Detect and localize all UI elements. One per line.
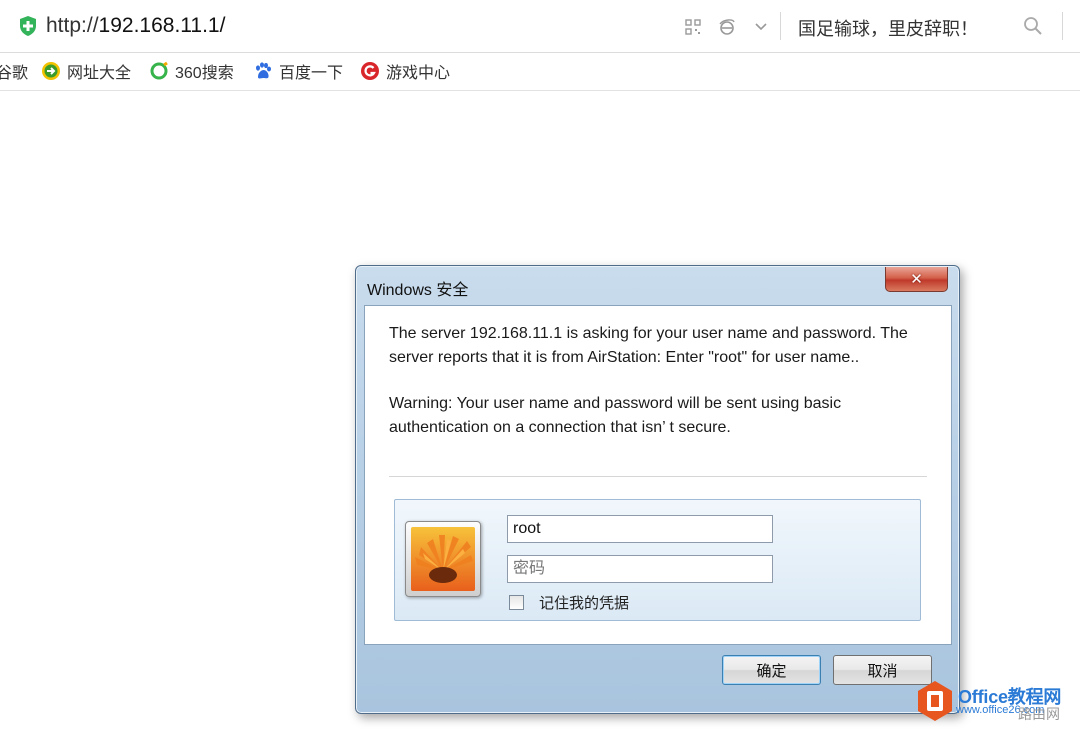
bookmark-label: 360搜索 [175,65,234,82]
username-field[interactable] [507,515,773,543]
user-avatar [405,521,481,597]
bookmarks-bar: 谷歌 网址大全 360搜索 百度一下 游戏中心 [0,53,1080,91]
remember-credentials[interactable]: 记住我的凭据 [509,592,629,613]
dialog-message: The server 192.168.11.1 is asking for yo… [389,322,919,439]
watermark-side-text: 路由网 [1018,706,1060,722]
dialog-body: The server 192.168.11.1 is asking for yo… [364,305,952,645]
bookmark-label: 谷歌 [0,65,29,82]
close-button[interactable]: ✕ [885,267,948,292]
credential-tile[interactable]: 记住我的凭据 [394,499,921,621]
divider [389,476,927,477]
bookmark-game-center[interactable]: 游戏中心 [360,61,451,82]
bookmark-baidu[interactable]: 百度一下 [253,61,344,82]
bookmark-label: 百度一下 [279,65,344,82]
qr-code-icon[interactable] [683,17,703,37]
server-message: The server 192.168.11.1 is asking for yo… [389,325,908,366]
bookmark-url-directory[interactable]: 网址大全 [41,61,132,82]
divider [780,12,781,40]
url-host: 192.168.11.1/ [98,14,226,37]
remember-label: 记住我的凭据 [539,595,630,612]
divider [1062,12,1063,40]
office-logo-icon [918,681,952,721]
url-field[interactable]: http://192.168.11.1/ [46,14,225,38]
windows-security-dialog: Windows 安全 ✕ The server 192.168.11.1 is … [355,265,960,714]
360-search-icon [150,61,168,80]
baidu-paw-icon [256,62,271,79]
ie-compat-icon[interactable] [717,17,737,37]
shield-plus-icon [20,16,36,36]
green-arrow-icon [42,62,60,80]
chevron-down-icon[interactable] [751,17,771,37]
warning-message: Warning: Your user name and password wil… [389,395,842,436]
close-icon: ✕ [910,271,923,288]
bookmark-label: 网址大全 [67,65,132,82]
search-box[interactable]: 国足输球，里皮辞职！ [798,15,978,41]
flower-picture-icon [411,527,475,591]
address-bar: http://192.168.11.1/ 国足输球，里皮辞职！ [0,0,1080,53]
remember-checkbox[interactable] [509,595,524,610]
dialog-title: Windows 安全 [367,282,469,299]
watermark: Office教程网 www.office26.com 路由网 [916,678,1080,726]
bookmark-360-search[interactable]: 360搜索 [149,61,234,82]
bookmark-label: 游戏中心 [386,65,451,82]
game-center-icon [361,62,379,80]
bookmark-google[interactable]: 谷歌 [0,61,29,82]
password-field[interactable] [507,555,773,583]
ok-button[interactable]: 确定 [722,655,821,685]
search-icon[interactable] [1022,15,1044,37]
url-prefix: http:// [46,14,99,37]
